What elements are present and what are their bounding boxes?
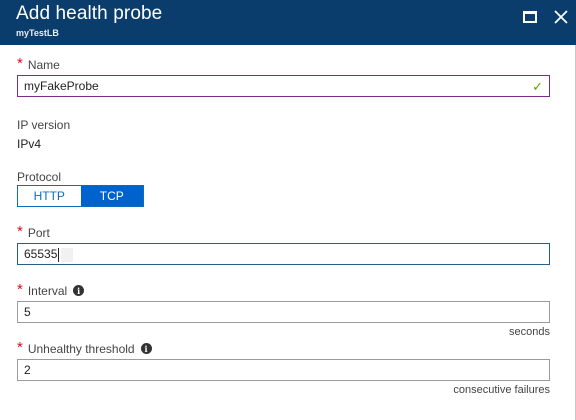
port-label: Port [27, 225, 50, 240]
interval-input[interactable]: 5 [17, 301, 550, 323]
text-cursor [58, 247, 60, 262]
maximize-button[interactable] [519, 6, 541, 28]
name-input[interactable]: myFakeProbe ✓ [17, 75, 550, 97]
unhealthy-threshold-value: 2 [24, 363, 31, 377]
close-icon [554, 10, 568, 24]
interval-label-row: * Interval i [17, 281, 85, 299]
required-marker: * [17, 55, 23, 72]
ip-version-label: IP version [17, 118, 71, 132]
ip-version-value: IPv4 [17, 137, 42, 151]
port-label-row: * Port [17, 223, 50, 241]
blade-title: Add health probe [16, 3, 163, 24]
protocol-label: Protocol [17, 170, 62, 184]
protocol-label-row: Protocol [17, 170, 61, 184]
info-icon[interactable]: i [140, 343, 152, 354]
info-icon[interactable]: i [73, 285, 85, 296]
unhealthy-threshold-label: Unhealthy threshold [27, 341, 135, 356]
interval-value: 5 [24, 305, 31, 319]
name-label: Name [27, 57, 60, 72]
name-label-row: * Name [17, 55, 60, 73]
close-button[interactable] [550, 6, 572, 28]
blade-subtitle: myTestLB [16, 28, 59, 38]
check-icon: ✓ [532, 79, 543, 94]
blade-header: Add health probe myTestLB [0, 0, 576, 45]
maximize-icon [523, 11, 537, 23]
interval-unit: seconds [509, 326, 550, 338]
required-marker: * [17, 223, 23, 240]
interval-label: Interval [27, 283, 68, 298]
protocol-option-tcp[interactable]: TCP [80, 186, 143, 206]
port-value: 65535 [24, 247, 58, 261]
unhealthy-threshold-unit: consecutive failures [453, 384, 550, 396]
name-value: myFakeProbe [24, 79, 99, 93]
protocol-option-http[interactable]: HTTP [18, 186, 81, 206]
ip-version-label-row: IP version [17, 118, 70, 132]
required-marker: * [17, 281, 23, 298]
unhealthy-threshold-label-row: * Unhealthy threshold i [17, 339, 152, 357]
protocol-selector: HTTP TCP [17, 185, 144, 207]
cursor-highlight [61, 247, 74, 262]
required-marker: * [17, 339, 23, 356]
unhealthy-threshold-input[interactable]: 2 [17, 359, 550, 381]
port-input[interactable]: 65535 [17, 243, 550, 265]
